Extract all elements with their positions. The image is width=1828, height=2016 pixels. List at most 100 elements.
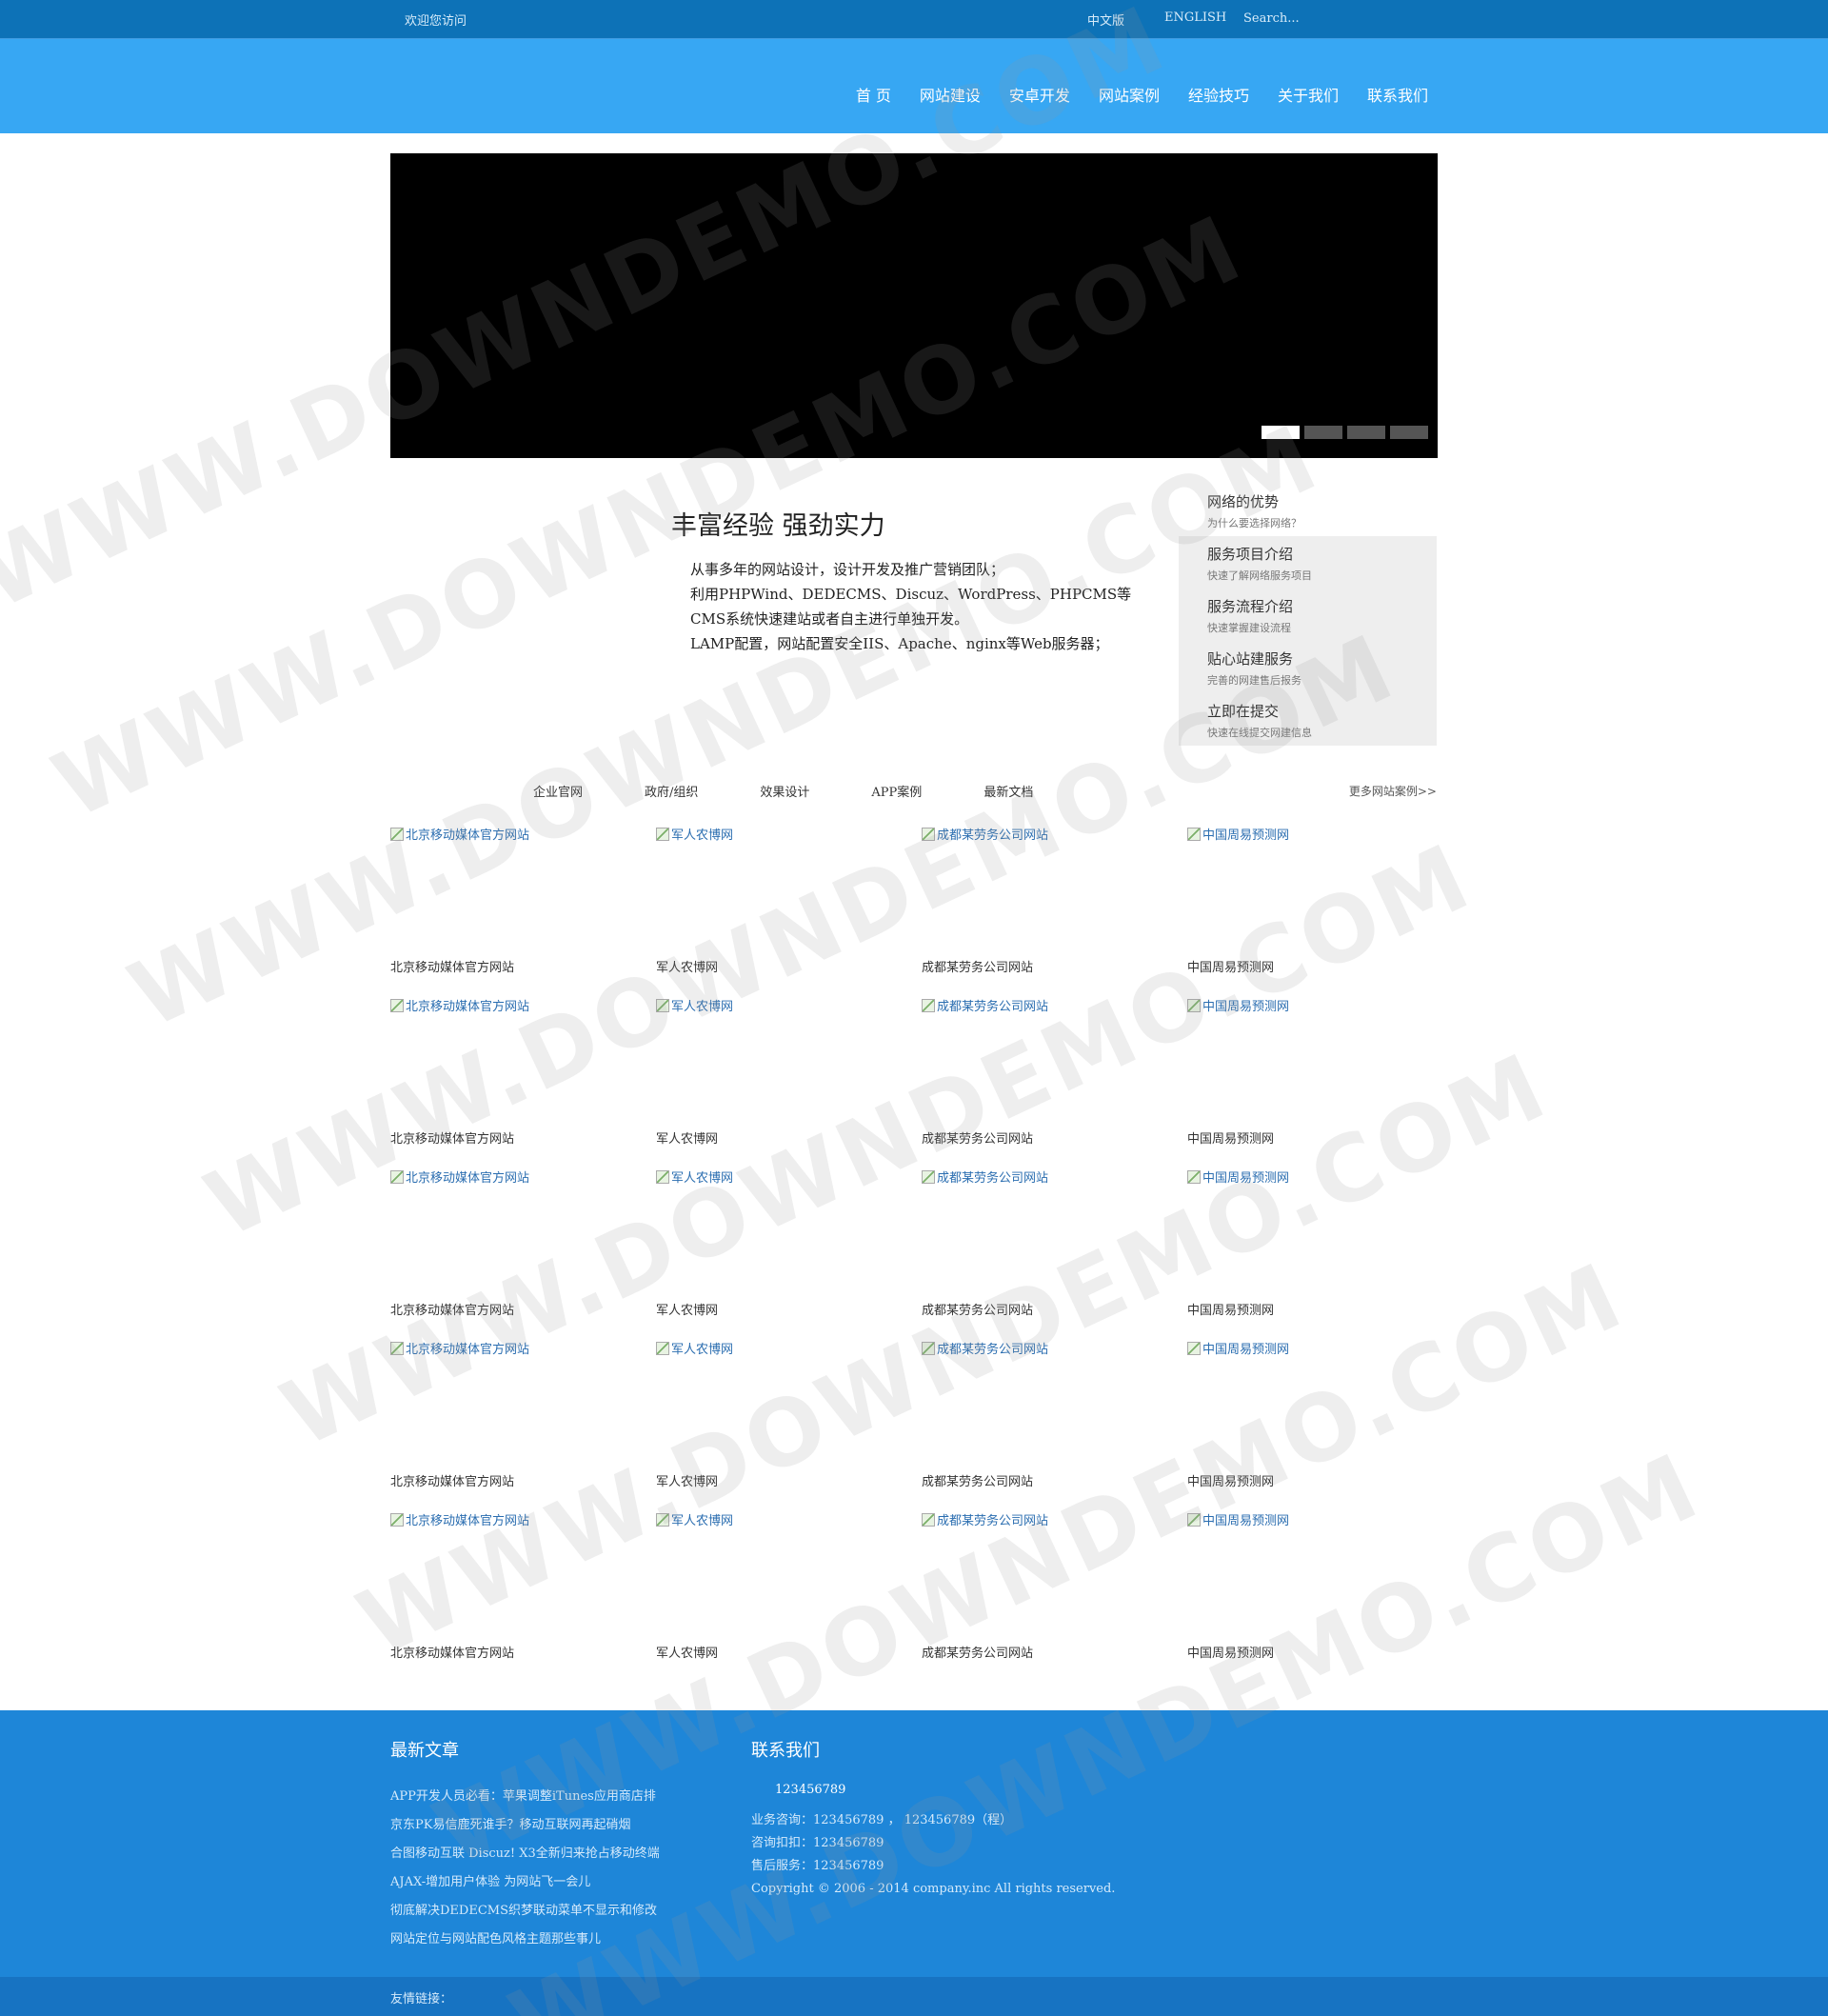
case-card[interactable]: 军人农博网 军人农博网 — [656, 996, 922, 1168]
sidebar-item-subtitle: 完善的网建售后报务 — [1207, 674, 1301, 687]
case-card[interactable]: 军人农博网 军人农博网 — [656, 1510, 922, 1682]
case-thumbnail-link[interactable]: 中国周易预测网 — [1187, 996, 1289, 1014]
case-card[interactable]: 成都某劳务公司网站 成都某劳务公司网站 — [922, 1510, 1187, 1682]
news-link[interactable]: 京东PK易信鹿死谁手？移动互联网再起硝烟 — [390, 1811, 660, 1840]
case-thumbnail-link[interactable]: 北京移动媒体官方网站 — [390, 996, 529, 1014]
case-thumbnail-alt: 军人农博网 — [671, 1171, 734, 1186]
sidebar-item[interactable]: 网络的优势 为什么要选择网络？ — [1179, 484, 1437, 536]
case-card[interactable]: 中国周易预测网 中国周易预测网 — [1187, 1168, 1453, 1339]
case-thumbnail-alt: 北京移动媒体官方网站 — [406, 1000, 530, 1014]
case-tab[interactable]: 最新文档 — [984, 782, 1033, 800]
case-caption: 北京移动媒体官方网站 — [390, 1647, 515, 1661]
case-card[interactable]: 军人农博网 军人农博网 — [656, 1339, 922, 1510]
case-thumbnail-link[interactable]: 成都某劳务公司网站 — [922, 1339, 1048, 1357]
case-card[interactable]: 北京移动媒体官方网站 北京移动媒体官方网站 — [390, 996, 656, 1168]
case-thumbnail-link[interactable]: 军人农博网 — [656, 825, 733, 843]
case-tab[interactable]: 企业官网 — [533, 782, 583, 800]
slider-dot[interactable] — [1262, 426, 1300, 439]
case-caption: 成都某劳务公司网站 — [922, 1304, 1034, 1318]
case-thumbnail-alt: 中国周易预测网 — [1202, 1171, 1290, 1186]
more-cases-link[interactable]: 更多网站案例>> — [1349, 783, 1437, 799]
broken-image-icon — [1187, 1341, 1201, 1355]
case-thumbnail-link[interactable]: 北京移动媒体官方网站 — [390, 1339, 529, 1357]
case-caption: 北京移动媒体官方网站 — [390, 1132, 515, 1147]
news-link[interactable]: APP开发人员必看：苹果调整iTunes应用商店排 — [390, 1783, 660, 1811]
case-thumbnail-link[interactable]: 军人农博网 — [656, 1168, 733, 1186]
nav-item[interactable]: 经验技巧 — [1188, 83, 1249, 106]
case-thumbnail-link[interactable]: 北京移动媒体官方网站 — [390, 1168, 529, 1186]
case-card[interactable]: 中国周易预测网 中国周易预测网 — [1187, 1510, 1453, 1682]
case-thumbnail-alt: 成都某劳务公司网站 — [937, 1343, 1049, 1357]
broken-image-icon — [922, 998, 935, 1012]
case-tab[interactable]: 政府/组织 — [645, 782, 698, 800]
sidebar-item-title: 贴心站建服务 — [1207, 650, 1294, 668]
nav-item[interactable]: 联系我们 — [1367, 83, 1428, 106]
case-grid: 北京移动媒体官方网站 北京移动媒体官方网站 军人农博网 军人农博网 成都某劳务公司网站成… — [390, 825, 1457, 1682]
contact-info: 123456789 业务咨询：123456789 ， 123456789（程） 咨… — [751, 1779, 1115, 1901]
case-card[interactable]: 北京移动媒体官方网站 北京移动媒体官方网站 — [390, 1168, 656, 1339]
case-caption: 成都某劳务公司网站 — [922, 1475, 1034, 1489]
case-thumbnail-alt: 北京移动媒体官方网站 — [406, 1171, 530, 1186]
case-card[interactable]: 成都某劳务公司网站 成都某劳务公司网站 — [922, 996, 1187, 1168]
case-card[interactable]: 军人农博网 军人农博网 — [656, 1168, 922, 1339]
sidebar-item[interactable]: 立即在提交 快速在线提交网建信息 — [1179, 693, 1437, 746]
slider-dot[interactable] — [1304, 426, 1342, 439]
case-card[interactable]: 北京移动媒体官方网站 北京移动媒体官方网站 — [390, 1510, 656, 1682]
case-thumbnail-link[interactable]: 中国周易预测网 — [1187, 1510, 1289, 1528]
case-thumbnail-link[interactable]: 中国周易预测网 — [1187, 825, 1289, 843]
nav-item[interactable]: 安卓开发 — [1009, 83, 1070, 106]
case-card[interactable]: 成都某劳务公司网站 成都某劳务公司网站 — [922, 1168, 1187, 1339]
case-thumbnail-link[interactable]: 军人农博网 — [656, 996, 733, 1014]
case-card[interactable]: 北京移动媒体官方网站 北京移动媒体官方网站 — [390, 1339, 656, 1510]
case-caption: 北京移动媒体官方网站 — [390, 1304, 515, 1318]
slider-dot[interactable] — [1390, 426, 1428, 439]
news-list: APP开发人员必看：苹果调整iTunes应用商店排 京东PK易信鹿死谁手？移动互联… — [390, 1783, 660, 1954]
broken-image-icon — [656, 827, 669, 841]
sidebar-item[interactable]: 服务项目介绍 快速了解网络服务项目 — [1179, 536, 1437, 589]
case-thumbnail-link[interactable]: 成都某劳务公司网站 — [922, 1168, 1048, 1186]
lang-english-link[interactable]: ENGLISH — [1164, 10, 1226, 25]
case-thumbnail-alt: 成都某劳务公司网站 — [937, 1514, 1049, 1528]
slider-dot[interactable] — [1347, 426, 1385, 439]
case-thumbnail-link[interactable]: 北京移动媒体官方网站 — [390, 825, 529, 843]
broken-image-icon — [390, 1512, 404, 1527]
case-card[interactable]: 中国周易预测网 中国周易预测网 — [1187, 825, 1453, 996]
nav-item[interactable]: 网站案例 — [1099, 83, 1160, 106]
case-card[interactable]: 成都某劳务公司网站 成都某劳务公司网站 — [922, 1339, 1187, 1510]
case-card[interactable]: 中国周易预测网 中国周易预测网 — [1187, 1339, 1453, 1510]
nav-item[interactable]: 网站建设 — [920, 83, 981, 106]
news-link[interactable]: 网站定位与网站配色风格主题那些事儿 — [390, 1926, 660, 1954]
case-thumbnail-link[interactable]: 成都某劳务公司网站 — [922, 1510, 1048, 1528]
case-thumbnail-link[interactable]: 军人农博网 — [656, 1339, 733, 1357]
case-card[interactable]: 北京移动媒体官方网站 北京移动媒体官方网站 — [390, 825, 656, 996]
case-thumbnail-link[interactable]: 成都某劳务公司网站 — [922, 825, 1048, 843]
case-thumbnail-link[interactable]: 北京移动媒体官方网站 — [390, 1510, 529, 1528]
lang-chinese-link[interactable]: 中文版 — [1087, 10, 1124, 29]
case-caption: 中国周易预测网 — [1187, 961, 1275, 975]
contact-title: 联系我们 — [751, 1741, 820, 1761]
case-card[interactable]: 军人农博网 军人农博网 — [656, 825, 922, 996]
case-card[interactable]: 成都某劳务公司网站 成都某劳务公司网站 — [922, 825, 1187, 996]
service-sidebar: 网络的优势 为什么要选择网络？ 服务项目介绍 快速了解网络服务项目 服务流程介绍 快速掌握… — [1179, 484, 1437, 746]
sidebar-item[interactable]: 服务流程介绍 快速掌握建设流程 — [1179, 589, 1437, 641]
search-input[interactable] — [1243, 8, 1358, 29]
case-caption: 中国周易预测网 — [1187, 1647, 1275, 1661]
case-thumbnail-link[interactable]: 军人农博网 — [656, 1510, 733, 1528]
case-thumbnail-alt: 军人农博网 — [671, 1000, 734, 1014]
case-thumbnail-link[interactable]: 中国周易预测网 — [1187, 1168, 1289, 1186]
case-tab[interactable]: APP案例 — [871, 782, 922, 800]
intro-line: 利用PHPWind、DEDECMS、Discuz、WordPress、PHPCM… — [690, 586, 1132, 628]
case-thumbnail-link[interactable]: 中国周易预测网 — [1187, 1339, 1289, 1357]
case-tab[interactable]: 效果设计 — [760, 782, 809, 800]
nav-item[interactable]: 首 页 — [856, 83, 891, 106]
case-thumbnail-alt: 军人农博网 — [671, 828, 734, 843]
sidebar-item[interactable]: 贴心站建服务完善的网建售后报务 — [1179, 641, 1437, 693]
intro-line: LAMP配置，网站配置安全IIS、Apache、nginx等Web服务器； — [690, 635, 1109, 652]
news-link[interactable]: 彻底解决DEDECMS织梦联动菜单不显示和修改 — [390, 1897, 660, 1926]
news-link[interactable]: AJAX-增加用户体验 为网站飞一会儿 — [390, 1868, 660, 1897]
case-card[interactable]: 中国周易预测网 中国周易预测网 — [1187, 996, 1453, 1168]
nav-item[interactable]: 关于我们 — [1278, 83, 1339, 106]
friend-links-bar: 友情链接： — [0, 1977, 1828, 2016]
news-link[interactable]: 合图移动互联 Discuz! X3全新归来抢占移动终端 — [390, 1840, 660, 1868]
case-thumbnail-link[interactable]: 成都某劳务公司网站 — [922, 996, 1048, 1014]
